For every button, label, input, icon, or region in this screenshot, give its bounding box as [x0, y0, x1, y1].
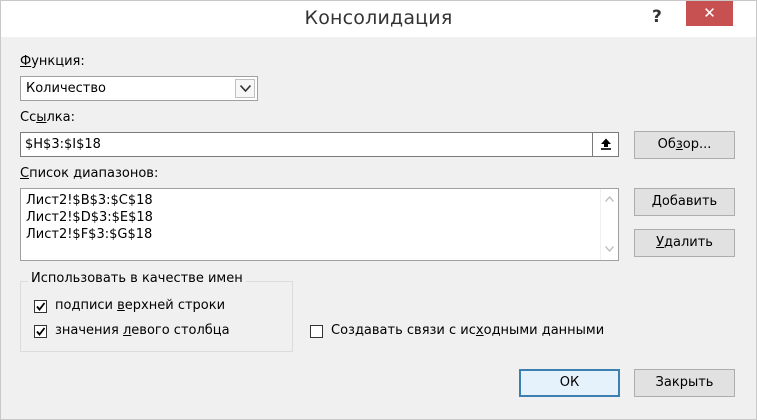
reference-label: Ссылка:: [20, 110, 76, 125]
window-close-button[interactable]: ✕: [686, 1, 733, 26]
create-links-label[interactable]: Создавать связи с исходными данными: [331, 323, 604, 338]
ranges-label: Список диапазонов:: [20, 166, 159, 181]
reference-input-value: $H$3:$I$18: [25, 137, 101, 152]
top-row-label[interactable]: подписи верхней строки: [55, 298, 225, 313]
function-select[interactable]: Количество: [20, 76, 258, 101]
use-labels-group: [20, 281, 293, 352]
function-select-value: Количество: [26, 81, 106, 96]
close-button[interactable]: Закрыть: [634, 369, 735, 397]
help-button[interactable]: ?: [652, 7, 662, 27]
title-bar: Консолидация ? ✕: [1, 1, 756, 37]
top-row-checkbox[interactable]: [34, 300, 47, 313]
checkmark-icon: [36, 302, 46, 311]
reference-input[interactable]: $H$3:$I$18: [20, 132, 619, 157]
ok-button[interactable]: ОК: [519, 369, 620, 397]
add-button[interactable]: Добавить: [634, 188, 735, 216]
list-item[interactable]: Лист2!$D$3:$E$18: [26, 210, 153, 225]
chevron-down-icon: [240, 85, 251, 92]
function-dropdown-button[interactable]: [235, 79, 255, 98]
use-labels-group-title: Использовать в качестве имен: [28, 271, 246, 286]
ranges-scrollbar[interactable]: [600, 189, 618, 260]
browse-button[interactable]: Обзор...: [634, 131, 735, 159]
collapse-dialog-button[interactable]: [592, 133, 618, 156]
delete-button[interactable]: Удалить: [634, 229, 735, 257]
list-item[interactable]: Лист2!$B$3:$C$18: [26, 193, 153, 208]
dialog-title: Консолидация: [304, 7, 453, 29]
list-item[interactable]: Лист2!$F$3:$G$18: [26, 227, 152, 242]
collapse-arrow-icon: [601, 138, 611, 150]
left-column-label[interactable]: значения левого столбца: [55, 323, 230, 338]
scroll-up-icon[interactable]: [605, 196, 614, 202]
create-links-checkbox[interactable]: [310, 325, 323, 338]
ranges-list[interactable]: Лист2!$B$3:$C$18 Лист2!$D$3:$E$18 Лист2!…: [20, 188, 619, 261]
left-column-checkbox[interactable]: [34, 325, 47, 338]
checkmark-icon: [36, 327, 46, 336]
function-label: Функция:: [20, 54, 85, 69]
scroll-down-icon[interactable]: [605, 246, 614, 252]
